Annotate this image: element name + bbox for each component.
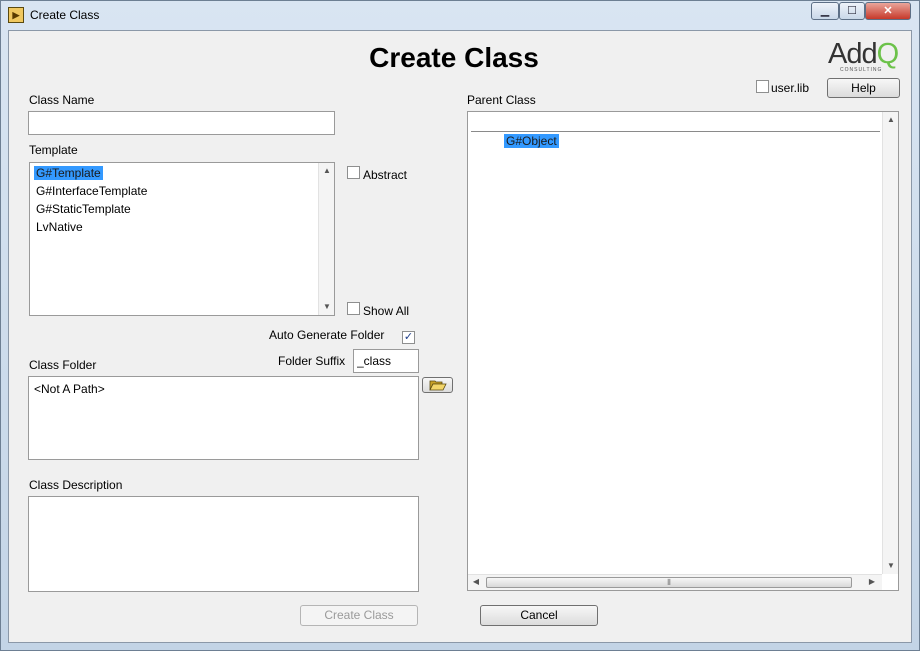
auto-generate-checkbox[interactable]: ✓: [402, 331, 415, 344]
cancel-button[interactable]: Cancel: [480, 605, 598, 626]
class-name-input[interactable]: [28, 111, 335, 135]
hscroll-thumb[interactable]: ⦀: [486, 577, 852, 588]
template-scrollbar[interactable]: ▲ ▼: [318, 163, 334, 315]
browse-folder-button[interactable]: [422, 377, 453, 393]
class-folder-value: <Not A Path>: [34, 382, 105, 396]
scroll-up-icon[interactable]: ▲: [883, 112, 899, 128]
class-folder-label: Class Folder: [29, 358, 97, 372]
folder-suffix-input[interactable]: [353, 349, 419, 373]
scroll-down-icon[interactable]: ▼: [883, 558, 899, 574]
list-item[interactable]: G#Template: [34, 166, 103, 180]
folder-suffix-label: Folder Suffix: [278, 354, 346, 368]
template-label: Template: [29, 143, 78, 157]
class-name-label: Class Name: [29, 93, 95, 107]
title-bar[interactable]: ▶ Create Class ▁ ☐ ✕: [0, 0, 920, 30]
tree-header-divider: [471, 131, 880, 132]
window-title: Create Class: [30, 8, 100, 22]
list-item[interactable]: LvNative: [36, 220, 83, 234]
template-list[interactable]: G#Template G#InterfaceTemplate G#StaticT…: [29, 162, 335, 316]
abstract-checkbox[interactable]: [347, 166, 360, 179]
addq-logo: AddQ CONSULTING: [828, 38, 900, 74]
minimize-icon[interactable]: ▁: [811, 2, 839, 20]
list-item[interactable]: G#InterfaceTemplate: [36, 184, 147, 198]
show-all-label: Show All: [363, 304, 410, 318]
labview-vi-icon: ▶: [8, 7, 24, 23]
parent-class-label: Parent Class: [467, 93, 536, 107]
scroll-left-icon[interactable]: ◀: [468, 574, 484, 590]
class-description-input[interactable]: [28, 496, 419, 592]
abstract-label: Abstract: [363, 168, 408, 182]
show-all-checkbox[interactable]: [347, 302, 360, 315]
scroll-up-icon[interactable]: ▲: [319, 163, 335, 179]
userlib-checkbox[interactable]: [756, 80, 769, 93]
logo-subtitle: CONSULTING: [840, 67, 883, 73]
list-item[interactable]: G#StaticTemplate: [36, 202, 131, 216]
parent-class-vscrollbar[interactable]: ▲ ▼: [882, 112, 898, 574]
class-description-label: Class Description: [29, 478, 123, 492]
auto-generate-label: Auto Generate Folder: [269, 328, 385, 342]
tree-item-g-object[interactable]: G#Object: [504, 134, 559, 148]
help-button[interactable]: Help: [827, 78, 900, 98]
scroll-down-icon[interactable]: ▼: [319, 299, 335, 315]
page-title: Create Class: [369, 42, 539, 73]
create-class-button[interactable]: Create Class: [300, 605, 418, 626]
parent-class-tree[interactable]: G#Object ▲ ▼ ◀ ⦀ ▶: [467, 111, 899, 591]
class-folder-path[interactable]: <Not A Path>: [28, 376, 419, 460]
folder-open-icon: [428, 380, 447, 391]
maximize-icon[interactable]: ☐: [839, 2, 865, 20]
close-icon[interactable]: ✕: [865, 2, 911, 20]
scroll-right-icon[interactable]: ▶: [864, 574, 880, 590]
parent-class-hscrollbar[interactable]: ◀ ⦀ ▶: [468, 574, 882, 590]
userlib-label: user.lib: [771, 81, 810, 95]
